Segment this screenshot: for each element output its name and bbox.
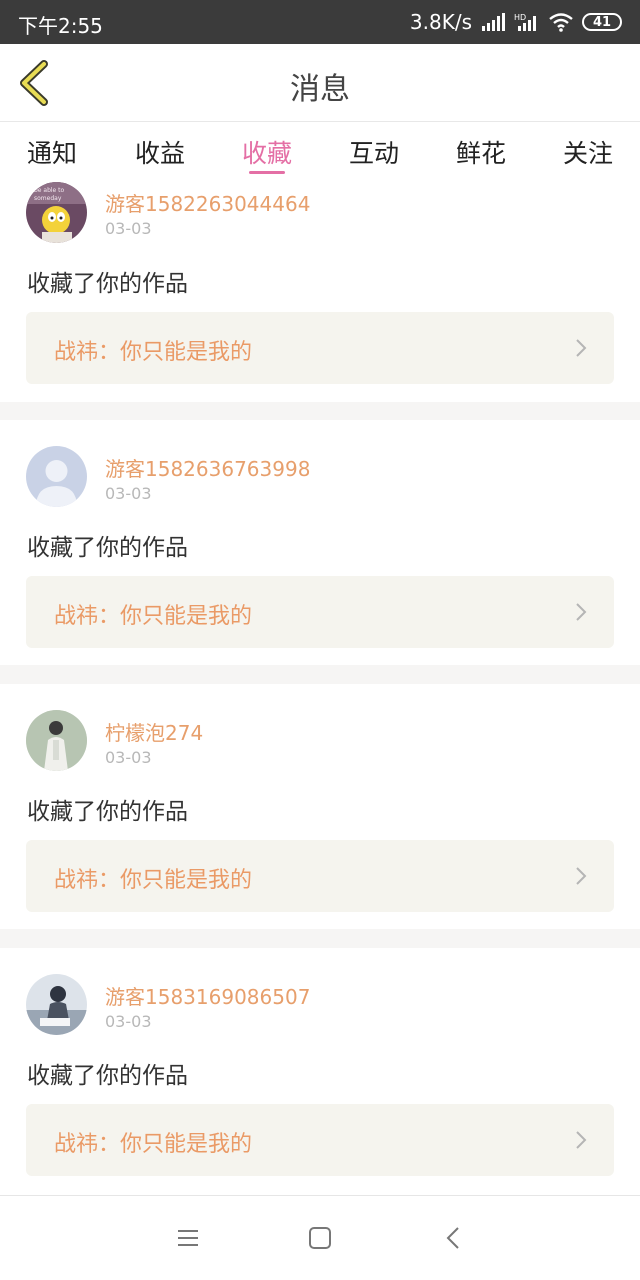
tab-favorites[interactable]: 收藏 [217, 134, 317, 170]
username[interactable]: 游客1582636763998 [105, 453, 310, 482]
work-link[interactable]: 战祎：你只能是我的 [26, 1104, 614, 1176]
date: 03-03 [105, 484, 152, 503]
back-nav-icon[interactable] [440, 1224, 468, 1252]
list-item: be able to someday 游客1582263044464 03-03… [0, 180, 640, 402]
list-item: 柠檬泡274 03-03 收藏了你的作品 战祎：你只能是我的 [0, 684, 640, 929]
page-title: 消息 [290, 72, 350, 107]
title-bar: 消息 [0, 44, 640, 122]
tab-notifications[interactable]: 通知 [2, 134, 102, 170]
username[interactable]: 游客1583169086507 [105, 981, 310, 1010]
signal-icon [482, 13, 505, 31]
avatar[interactable] [26, 446, 87, 507]
work-title: 战祎：你只能是我的 [54, 604, 253, 629]
avatar[interactable] [26, 710, 87, 771]
tab-bar: 通知 收益 收藏 互动 鲜花 关注 [0, 122, 640, 180]
action-text: 收藏了你的作品 [27, 535, 188, 561]
avatar[interactable]: be able to someday [26, 182, 87, 243]
work-link[interactable]: 战祎：你只能是我的 [26, 576, 614, 648]
work-link[interactable]: 战祎：你只能是我的 [26, 840, 614, 912]
work-title: 战祎：你只能是我的 [54, 1132, 253, 1157]
action-text: 收藏了你的作品 [27, 1063, 188, 1089]
system-nav-bar [0, 1195, 640, 1280]
network-speed: 3.8K/s [409, 10, 472, 34]
wifi-icon [549, 13, 573, 32]
date: 03-03 [105, 1012, 152, 1031]
work-title: 战祎：你只能是我的 [54, 868, 253, 893]
chevron-right-icon [576, 1131, 587, 1149]
work-link[interactable]: 战祎：你只能是我的 [26, 312, 614, 384]
chevron-right-icon [576, 339, 587, 357]
hd-signal-icon: HD [514, 13, 536, 31]
svg-text:someday: someday [34, 195, 62, 202]
home-icon[interactable] [306, 1224, 334, 1252]
action-text: 收藏了你的作品 [27, 271, 188, 297]
list-item: 游客1583169086507 03-03 收藏了你的作品 战祎：你只能是我的 [0, 948, 640, 1195]
tab-earnings[interactable]: 收益 [110, 134, 210, 170]
tab-flowers[interactable]: 鲜花 [431, 134, 531, 170]
status-time: 下午2:55 [18, 14, 103, 38]
username[interactable]: 柠檬泡274 [105, 717, 203, 746]
active-tab-indicator [249, 171, 285, 174]
avatar[interactable] [26, 974, 87, 1035]
svg-text:be able to: be able to [34, 187, 65, 194]
svg-text:HD: HD [514, 13, 526, 22]
status-bar: 下午2:55 3.8K/s HD 41 [0, 0, 640, 44]
battery-icon: 41 [582, 13, 622, 31]
date: 03-03 [105, 219, 152, 238]
chevron-right-icon [576, 867, 587, 885]
username[interactable]: 游客1582263044464 [105, 188, 310, 217]
menu-icon[interactable] [174, 1224, 202, 1252]
tab-interactions[interactable]: 互动 [324, 134, 424, 170]
date: 03-03 [105, 748, 152, 767]
chevron-right-icon [576, 603, 587, 621]
list-item: 游客1582636763998 03-03 收藏了你的作品 战祎：你只能是我的 [0, 420, 640, 665]
status-indicators: 3.8K/s HD 41 [410, 10, 622, 34]
tab-following[interactable]: 关注 [538, 134, 638, 170]
work-title: 战祎：你只能是我的 [54, 340, 253, 365]
action-text: 收藏了你的作品 [27, 799, 188, 825]
